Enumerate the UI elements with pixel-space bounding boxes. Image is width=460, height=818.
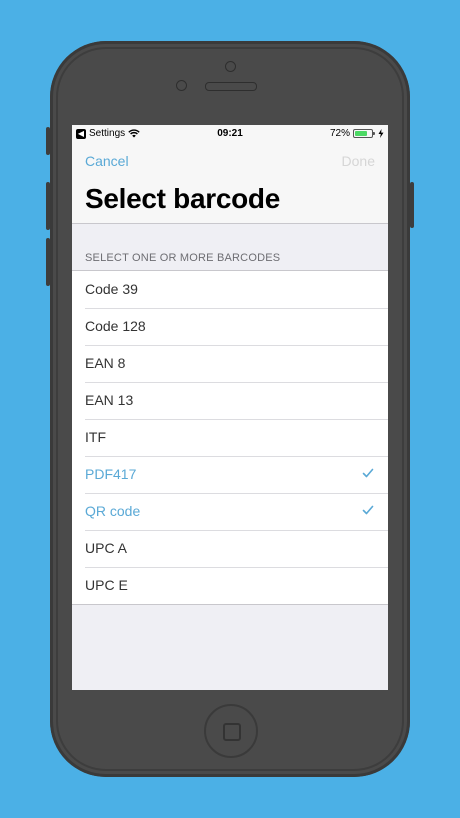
barcode-row[interactable]: PDF417 bbox=[72, 456, 388, 493]
barcode-row[interactable]: QR code bbox=[72, 493, 388, 530]
volume-up-button bbox=[46, 182, 50, 230]
battery-percent: 72% bbox=[329, 128, 350, 139]
battery-status: 72% bbox=[330, 128, 384, 139]
battery-icon bbox=[353, 129, 375, 138]
barcode-label: EAN 13 bbox=[85, 392, 134, 408]
screen: ◀ Settings 09:21 72% Cancel Done Select … bbox=[72, 125, 388, 690]
checkmark-icon bbox=[362, 468, 374, 478]
barcode-row[interactable]: Code 128 bbox=[72, 308, 388, 345]
front-camera bbox=[225, 61, 236, 72]
power-button bbox=[410, 182, 414, 228]
earpiece-speaker bbox=[205, 82, 257, 91]
proximity-sensor bbox=[176, 80, 187, 91]
barcode-row[interactable]: EAN 13 bbox=[72, 382, 388, 419]
barcode-label: UPC E bbox=[85, 577, 128, 593]
barcode-label: UPC A bbox=[85, 540, 128, 556]
page-title: Select barcode bbox=[85, 183, 280, 214]
status-bar: ◀ Settings 09:21 72% bbox=[72, 125, 388, 143]
barcode-label: Code 39 bbox=[85, 281, 138, 297]
barcode-label: QR code bbox=[85, 503, 141, 519]
navigation-bar: Cancel Done Select barcode bbox=[72, 143, 388, 224]
mute-switch bbox=[46, 127, 50, 155]
cancel-button[interactable]: Cancel bbox=[85, 153, 129, 169]
charging-bolt-icon bbox=[378, 129, 384, 138]
barcode-label: EAN 8 bbox=[85, 355, 126, 371]
barcode-label: ITF bbox=[85, 429, 106, 445]
barcode-label: Code 128 bbox=[85, 318, 146, 334]
barcode-label: PDF417 bbox=[85, 466, 137, 482]
volume-down-button bbox=[46, 238, 50, 286]
checkmark-icon bbox=[362, 505, 374, 515]
barcode-row[interactable]: UPC A bbox=[72, 530, 388, 567]
barcode-row[interactable]: UPC E bbox=[72, 567, 388, 604]
section-header: SELECT ONE OR MORE BARCODES bbox=[85, 252, 281, 264]
barcode-row[interactable]: Code 39 bbox=[72, 271, 388, 308]
barcode-row[interactable]: ITF bbox=[72, 419, 388, 456]
home-button-icon[interactable] bbox=[204, 704, 258, 758]
barcode-list: Code 39 Code 128 EAN 8 EAN 13 ITF PDF417 QR co… bbox=[72, 270, 388, 605]
barcode-row[interactable]: EAN 8 bbox=[72, 345, 388, 382]
done-button[interactable]: Done bbox=[342, 153, 375, 169]
